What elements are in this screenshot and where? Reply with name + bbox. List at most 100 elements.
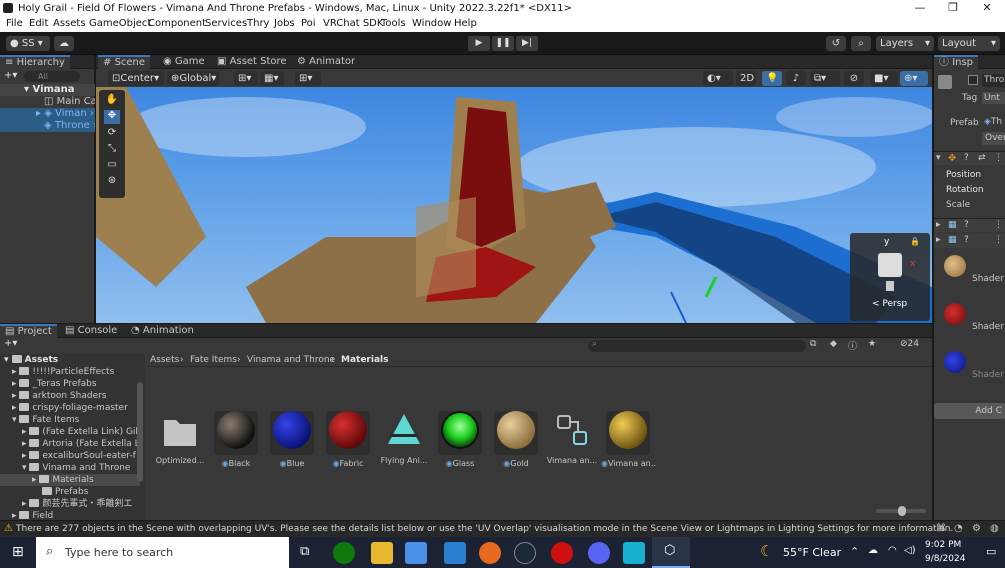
overrides-dropdown[interactable]: Over	[982, 132, 1005, 145]
icon-size-slider[interactable]	[876, 506, 926, 516]
taskbar-search[interactable]: ⌕ Type here to search	[36, 537, 289, 568]
preset-icon[interactable]: ⇄	[978, 153, 986, 163]
account-dropdown[interactable]: ● SS ▾	[6, 36, 50, 51]
asset-tile[interactable]: ◉Blue	[265, 408, 319, 468]
tree-item[interactable]: ▸ Artoria (Fate Extella L	[0, 438, 140, 450]
menu-window[interactable]: Window	[412, 18, 451, 29]
breadcrumb-fate-items[interactable]: Fate Items	[190, 354, 237, 367]
hidden-objects-icon[interactable]: ⊘	[844, 71, 864, 86]
status-message[interactable]: There are 277 objects in the Scene with …	[16, 524, 953, 534]
bug-report-icon[interactable]: ⌘	[936, 523, 946, 534]
tag-dropdown[interactable]: Unt	[982, 92, 1005, 104]
asset-tile[interactable]: Optimized...	[153, 408, 207, 465]
hierarchy-search-input[interactable]: All	[24, 71, 80, 82]
tab-console[interactable]: ▤ Console	[60, 324, 122, 338]
asset-tile[interactable]: ◉Fabric	[321, 408, 375, 468]
more-menu-icon[interactable]: ⋮	[994, 153, 1003, 163]
menu-vrchat-sdk[interactable]: VRChat SDK	[323, 18, 383, 29]
tab-asset-store[interactable]: ▣ Asset Store	[212, 55, 292, 69]
tree-item[interactable]: ▸ crispy-foliage-master	[0, 402, 140, 414]
opera-icon[interactable]	[551, 542, 573, 564]
asset-tile[interactable]: Vimana an...	[545, 408, 599, 465]
tree-item[interactable]: ▸ _Teras Prefabs	[0, 378, 140, 390]
file-explorer-icon[interactable]	[371, 542, 393, 564]
tree-item[interactable]: ▸ 颜芸先輩式・乖離剣エ	[0, 498, 140, 510]
tab-animation[interactable]: ◔ Animation	[126, 324, 199, 338]
menu-poi[interactable]: Poi	[301, 18, 316, 29]
menu-help[interactable]: Help	[454, 18, 477, 29]
create-asset-icon[interactable]: +▾	[4, 338, 17, 349]
menu-edit[interactable]: Edit	[29, 18, 48, 29]
clock-time[interactable]: 9:02 PM	[925, 540, 961, 550]
tree-scrollbar[interactable]	[137, 382, 143, 482]
more-menu-icon[interactable]: ⋮	[994, 235, 1003, 245]
pause-button[interactable]: ❚❚	[492, 36, 514, 51]
draw-mode-icon[interactable]: ◐▾	[703, 71, 733, 86]
perspective-toggle[interactable]: < Persp	[872, 299, 907, 309]
hidden-packages-count[interactable]: ⊘24	[900, 339, 919, 349]
discord-icon[interactable]	[588, 542, 610, 564]
menu-tools[interactable]: Tools	[381, 18, 406, 29]
wifi-icon[interactable]: ◠	[888, 545, 897, 556]
menu-services[interactable]: Services	[205, 18, 247, 29]
unity-taskbar-button[interactable]: ⬡	[652, 537, 690, 568]
move-tool-icon[interactable]: ✥	[104, 110, 120, 124]
tree-item[interactable]: ▸ excaliburSoul-eater-f	[0, 450, 140, 462]
transform-header[interactable]: ▾ ✥ ? ⇄ ⋮	[934, 151, 1005, 165]
layers-dropdown[interactable]: Layers ▾	[876, 36, 934, 51]
help-icon[interactable]: ?	[964, 235, 969, 245]
creative-cloud-icon[interactable]	[623, 542, 645, 564]
asset-tile[interactable]: ◉Black	[209, 408, 263, 468]
scene-viewport[interactable]: ✋ ✥ ⟳ ⤡ ▭ ⊛ y 🔒 x < Persp	[96, 87, 932, 323]
weather-text[interactable]: 55°F Clear	[783, 546, 841, 559]
add-component-button[interactable]: Add C	[934, 403, 1005, 419]
add-icon[interactable]: +▾	[4, 70, 17, 81]
prefab-open-button[interactable]: ◈Th	[984, 117, 1005, 129]
hierarchy-item-vimana[interactable]: ▾ Vimana	[0, 84, 95, 96]
search-by-label-icon[interactable]: ◆	[830, 339, 837, 349]
active-checkbox[interactable]	[968, 75, 978, 85]
snap-increment-icon[interactable]: ⊞▾	[295, 71, 321, 86]
asset-tile[interactable]: ◉Vimana an...	[601, 408, 655, 468]
tree-item[interactable]: ▸ arktoon Shaders	[0, 390, 140, 402]
tree-item[interactable]: Prefabs	[0, 486, 140, 498]
effects-toggle-icon[interactable]: ⧉▾	[810, 71, 840, 86]
grid-icon[interactable]: ▦▾	[260, 71, 284, 86]
mesh-renderer-header[interactable]: ▸ ▦ ? ⋮	[934, 234, 1005, 248]
grid-snap-icon[interactable]: ⊞▾	[234, 71, 258, 86]
tab-project[interactable]: ▤ Project	[0, 324, 57, 338]
tab-hierarchy[interactable]: ≡ Hierarchy	[0, 55, 70, 69]
lock-icon[interactable]: 🔒	[910, 237, 920, 246]
tree-item-assets[interactable]: ▾ Assets	[0, 354, 140, 366]
task-view-icon[interactable]: ⧉	[300, 544, 309, 559]
asset-tile[interactable]: ◉Gold	[489, 408, 543, 468]
firefox-icon[interactable]	[479, 542, 501, 564]
lighting-toggle-icon[interactable]: 💡	[762, 71, 782, 86]
space-dropdown[interactable]: ⊕Global▾	[167, 71, 219, 86]
asset-tile[interactable]: ◉Glass	[433, 408, 487, 468]
object-name-field[interactable]: Thro	[982, 74, 1005, 87]
menu-gameobject[interactable]: GameObject	[89, 18, 151, 29]
hand-tool-icon[interactable]: ✋	[104, 94, 120, 108]
asset-tile[interactable]: Flying Ani...	[377, 408, 431, 465]
project-search-input[interactable]: ⌕	[588, 339, 806, 352]
tree-item[interactable]: ▾ Vinama and Throne	[0, 462, 140, 474]
clock-date[interactable]: 9/8/2024	[925, 554, 965, 564]
orientation-gizmo[interactable]: y 🔒 x < Persp	[850, 233, 930, 321]
tree-item[interactable]: ▸ !!!!!ParticleEffects	[0, 366, 140, 378]
hierarchy-item-throne[interactable]: ◈ Throne ›	[0, 120, 95, 132]
menu-jobs[interactable]: Jobs	[274, 18, 295, 29]
step-button[interactable]: ▶|	[516, 36, 538, 51]
history-icon[interactable]: ↺	[826, 36, 846, 51]
tree-item[interactable]: ▾ Fate Items	[0, 414, 140, 426]
steam-icon[interactable]	[514, 542, 536, 564]
rotate-tool-icon[interactable]: ⟳	[104, 127, 120, 141]
search-icon[interactable]: ⌕	[851, 36, 871, 51]
cloud-icon[interactable]: ☁	[54, 36, 74, 51]
network-icon[interactable]: ☁	[868, 545, 878, 556]
gizmos-toggle-icon[interactable]: ⊕▾	[900, 71, 928, 86]
gizmo-cube[interactable]	[878, 253, 902, 277]
slider-thumb[interactable]	[898, 506, 906, 516]
minimize-icon[interactable]: —	[910, 1, 930, 16]
camera-settings-icon[interactable]: ■▾	[870, 71, 898, 86]
